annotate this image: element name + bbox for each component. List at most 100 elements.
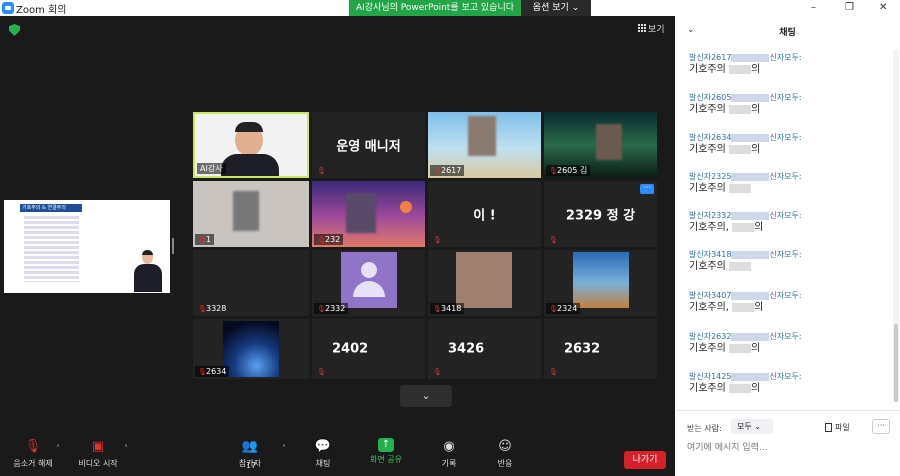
- caret-up-icon[interactable]: ˄: [124, 444, 128, 453]
- more-options-button[interactable]: ···: [640, 184, 654, 194]
- tile-name-tag: 🎙: [546, 234, 560, 245]
- restore-icon[interactable]: ❐: [845, 2, 854, 13]
- record-icon: ◉: [443, 439, 455, 454]
- video-tile-2605[interactable]: 🎙2605 김: [544, 112, 657, 178]
- video-tile-ai-instructor[interactable]: AI강사: [193, 112, 309, 178]
- presenter-image: [132, 250, 164, 292]
- record-button[interactable]: ◉ 기록: [436, 438, 462, 469]
- reactions-icon: ☺: [498, 439, 512, 454]
- unmute-button[interactable]: 🎙 음소거 해제 ˄: [8, 438, 60, 469]
- chevron-down-icon: ⌄: [754, 422, 761, 431]
- tile-big-name: 운영 매니저: [336, 139, 401, 155]
- video-tile-i[interactable]: 이 ! 🎙: [428, 181, 541, 247]
- tile-name-tag: 🎙2332: [314, 303, 349, 314]
- caret-up-icon[interactable]: ˄: [282, 444, 286, 453]
- video-tile-3328[interactable]: 🎙3328: [193, 250, 309, 316]
- chat-scrollbar[interactable]: [893, 50, 899, 402]
- view-options-button[interactable]: 옵션 보기 ⌄: [521, 0, 591, 17]
- mic-off-icon: 🎙: [24, 439, 42, 454]
- mic-muted-icon: 🎙: [433, 305, 442, 313]
- slide-content: [24, 216, 79, 282]
- tile-big-name: 2329 정 강: [565, 208, 636, 224]
- video-tile-2329[interactable]: ··· 2329 정 강 🎙: [544, 181, 657, 247]
- participants-label: 참가자: [238, 459, 262, 468]
- mic-muted-icon: 🎙: [317, 167, 326, 175]
- scroll-down-button[interactable]: ⌄: [400, 385, 452, 407]
- share-banner: AI강사님의 PowerPoint를 보고 있습니다: [349, 0, 521, 17]
- video-tile-232[interactable]: 🎙232: [312, 181, 425, 247]
- tile-name-tag: 🎙1: [195, 234, 215, 245]
- video-tile-2632[interactable]: 2632 🎙: [544, 319, 657, 379]
- recipient-select[interactable]: 모두 ⌄: [731, 419, 773, 434]
- tile-big-name: 3426: [448, 341, 485, 357]
- chevron-down-icon: ⌄: [421, 389, 431, 402]
- chat-label: 채팅: [315, 459, 331, 468]
- share-screen-icon: ↑: [378, 438, 394, 452]
- file-icon: [825, 423, 832, 432]
- mic-muted-icon: 🎙: [433, 368, 442, 376]
- recipient-value: 모두: [737, 422, 752, 431]
- video-tile-1[interactable]: 🎙1: [193, 181, 309, 247]
- tile-big-name: 2632: [564, 341, 601, 357]
- tile-name-tag: 🎙3328: [198, 304, 227, 313]
- window-title: Zoom 회의: [16, 5, 67, 16]
- video-tile-manager[interactable]: 운영 매니저 🎙: [312, 112, 425, 178]
- meeting-toolbar: 🎙 음소거 해제 ˄ ▣ 비디오 시작 ˄ 👥17 참가자 ˄ 💬 채팅 ↑ 화…: [0, 436, 675, 476]
- tile-name-tag: AI강사: [197, 163, 226, 174]
- chat-message: 발신자2605 신자모두: 기호주의 의: [689, 93, 802, 115]
- share-screen-button[interactable]: ↑ 화면 공유: [364, 438, 408, 465]
- chat-message: 발신자2325 신자모두: 기호주의: [689, 172, 802, 194]
- mic-muted-icon: 🎙: [549, 368, 558, 376]
- chat-button[interactable]: 💬 채팅: [310, 438, 336, 469]
- chat-message: 발신자2617 신자모두: 기호주의 의: [689, 53, 802, 75]
- tile-big-name: 이 !: [473, 208, 496, 224]
- reactions-button[interactable]: ☺ 반응: [492, 438, 518, 469]
- tile-name-tag: 🎙2617: [430, 165, 465, 176]
- video-tile-2402[interactable]: 2402 🎙: [312, 319, 425, 379]
- chat-message: 발신자1425 신자모두: 기호주의 의: [689, 372, 802, 394]
- start-video-button[interactable]: ▣ 비디오 시작 ˄: [72, 438, 128, 469]
- more-icon[interactable]: ···: [872, 419, 890, 434]
- video-tile-2617[interactable]: 🎙2617: [428, 112, 541, 178]
- leave-button[interactable]: 나가기: [624, 451, 666, 469]
- splitter-handle[interactable]: [172, 238, 174, 254]
- mic-muted-icon: 🎙: [433, 236, 442, 244]
- tile-name-tag: 🎙3418: [430, 303, 465, 314]
- mic-muted-icon: 🎙: [317, 305, 326, 313]
- video-off-icon: ▣: [91, 439, 105, 454]
- view-button[interactable]: 보기: [638, 22, 665, 35]
- tile-name-tag: 🎙: [430, 234, 444, 245]
- chat-message: 발신자2332 신자모두: 기호주의, 의: [689, 211, 802, 233]
- minimize-icon[interactable]: –: [811, 2, 816, 13]
- divider: [675, 410, 900, 411]
- mic-muted-icon: 🎙: [317, 368, 326, 376]
- file-button[interactable]: 파일: [825, 422, 850, 433]
- zoom-logo-icon: [2, 2, 14, 14]
- chat-message: 발신자3407 신자모두: 기호주의, 의: [689, 291, 802, 313]
- participants-button[interactable]: 👥17 참가자 ˄: [232, 438, 286, 470]
- security-shield-icon[interactable]: [9, 24, 20, 36]
- record-label: 기록: [441, 459, 457, 468]
- scrollbar-thumb[interactable]: [894, 324, 898, 402]
- start-video-label: 비디오 시작: [78, 459, 118, 468]
- tile-name-tag: 🎙: [314, 165, 328, 176]
- video-tile-3418[interactable]: 🎙3418: [428, 250, 541, 316]
- grid-icon: [638, 24, 646, 32]
- shared-screen-thumbnail[interactable]: 기호주의 & 연결주의: [4, 200, 170, 293]
- meeting-area: 보기 기호주의 & 연결주의 AI강사 운영 매니저 🎙 🎙2617 🎙2605…: [0, 16, 675, 436]
- video-tile-3426[interactable]: 3426 🎙: [428, 319, 541, 379]
- mic-muted-icon: 🎙: [549, 167, 558, 175]
- mic-muted-icon: 🎙: [198, 236, 207, 244]
- chat-message-list[interactable]: 발신자2617 신자모두: 기호주의 의 발신자2605 신자모두: 기호주의 의 …: [675, 50, 893, 402]
- caret-up-icon[interactable]: ˄: [56, 444, 60, 453]
- close-icon[interactable]: ✕: [879, 2, 887, 13]
- reactions-label: 반응: [497, 459, 513, 468]
- video-tile-2324[interactable]: 🎙2324: [544, 250, 657, 316]
- participants-icon: 👥17: [241, 439, 259, 470]
- video-tile-2332[interactable]: 🎙2332: [312, 250, 425, 316]
- video-tile-2634[interactable]: 🎙2634: [193, 319, 309, 379]
- chat-header: ⌄ 채팅: [675, 22, 900, 42]
- chat-message-input[interactable]: [687, 441, 887, 455]
- tile-name-tag: 🎙232: [314, 234, 344, 245]
- mic-muted-icon: 🎙: [549, 305, 558, 313]
